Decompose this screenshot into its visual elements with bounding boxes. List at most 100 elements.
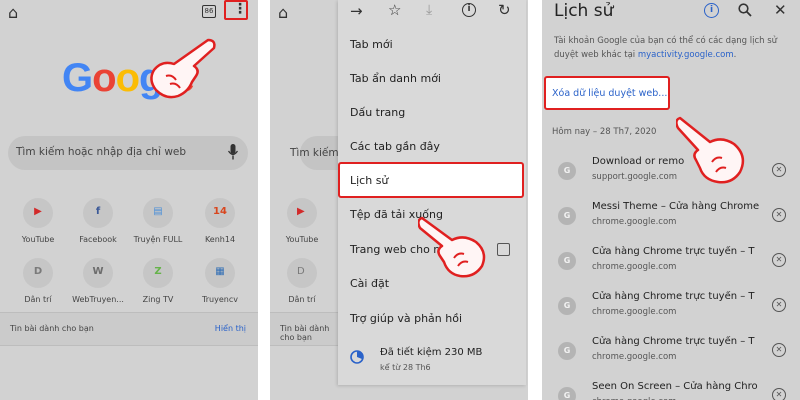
shortcut-label: YouTube [21, 235, 55, 244]
menu-item-recent-tabs[interactable]: Các tab gần đây [350, 140, 440, 153]
close-icon[interactable]: ✕ [774, 3, 787, 18]
data-saved-since: kể từ 28 Th6 [380, 363, 431, 372]
feed-header: Tin bài dành cho bạn [270, 312, 340, 346]
shortcut-icon: ▦ [215, 266, 225, 277]
dantri-icon: D [297, 266, 305, 277]
shortcut-label: Dân trí [24, 295, 52, 304]
feed-header: Tin bài dành cho bạn Hiển thị [0, 312, 258, 346]
page-title: Lịch sử [554, 1, 614, 21]
history-entry[interactable]: G Cửa hàng Chrome trực tuyến – T chrome.go… [542, 242, 800, 282]
shortcut-label: Truyencv [202, 295, 238, 304]
history-entry-title: Seen On Screen – Cửa hàng Chro [592, 381, 758, 392]
chrome-history-panel: Lịch sử i ✕ Tài khoản Google của bạn có … [542, 0, 800, 400]
remove-entry-icon[interactable]: ✕ [772, 343, 786, 357]
menu-item-help-feedback[interactable]: Trợ giúp và phản hồi [350, 312, 462, 325]
chrome-new-tab-panel: ⌂ 86 ⋮ Google Tìm kiếm hoặc nhập địa chỉ… [0, 0, 258, 400]
data-saver-icon [350, 350, 364, 364]
shortcut-label: Zing TV [142, 295, 174, 304]
menu-item-settings[interactable]: Cài đặt [350, 277, 389, 290]
remove-entry-icon[interactable]: ✕ [772, 163, 786, 177]
reload-icon[interactable]: ↻ [498, 3, 511, 18]
search-icon[interactable] [738, 3, 752, 17]
clear-browsing-data-button[interactable]: Xóa dữ liệu duyệt web... [544, 76, 670, 110]
download-icon[interactable]: ⤓ [426, 3, 432, 17]
shortcut-label: Truyện FULL [133, 235, 183, 244]
search-placeholder: Tìm kiếm [290, 147, 339, 159]
forward-icon[interactable]: → [350, 4, 363, 19]
shortcut-tile[interactable]: ▤ Truyện FULL [130, 198, 186, 244]
shortcut-label: WebTruyen... [72, 295, 124, 304]
pointing-hand-icon [418, 216, 486, 278]
google-favicon-icon: G [558, 297, 576, 315]
remove-entry-icon[interactable]: ✕ [772, 298, 786, 312]
history-entry-title: Cửa hàng Chrome trực tuyến – T [592, 246, 755, 257]
menu-item-bookmarks[interactable]: Dấu trang [350, 106, 405, 119]
history-entry[interactable]: G Cửa hàng Chrome trực tuyến – T chrome.go… [542, 332, 800, 372]
shortcut-tile[interactable]: 14 Kenh14 [192, 198, 248, 244]
history-entry-title: Cửa hàng Chrome trực tuyến – T [592, 291, 755, 302]
remove-entry-icon[interactable]: ✕ [772, 388, 786, 400]
history-entry-title: Messi Theme – Cửa hàng Chrome [592, 201, 760, 212]
shortcut-tile[interactable]: ▦ Truyencv [192, 258, 248, 304]
clear-browsing-data-label: Xóa dữ liệu duyệt web... [552, 88, 668, 99]
shortcut-tile[interactable]: Z Zing TV [130, 258, 186, 304]
pointing-hand-icon [676, 116, 745, 184]
history-entry-url: chrome.google.com [592, 307, 677, 317]
info-icon[interactable]: i [704, 3, 719, 18]
tab-switcher-icon[interactable]: 86 [202, 5, 216, 18]
history-entry[interactable]: GSeen On Screen – Cửa hàng Chrochrome.go… [542, 377, 800, 400]
history-entry-url: chrome.google.com [592, 262, 677, 272]
google-favicon-icon: G [558, 252, 576, 270]
shortcut-tile[interactable]: ▶ YouTube [274, 198, 330, 244]
shortcut-icon: D [33, 266, 43, 277]
google-favicon-icon: G [558, 162, 576, 180]
youtube-icon: ▶ [297, 206, 305, 217]
remove-entry-icon[interactable]: ✕ [772, 208, 786, 222]
history-description: Tài khoản Google của bạn có thể có các d… [554, 36, 778, 60]
history-entry-url: chrome.google.com [592, 217, 677, 227]
shortcut-tile[interactable]: f Facebook [70, 198, 126, 244]
home-icon[interactable]: ⌂ [8, 5, 18, 21]
shortcut-tile[interactable]: ▶ YouTube [10, 198, 66, 244]
shortcut-label: Facebook [79, 235, 117, 244]
shortcut-tile[interactable]: D Dân trí [274, 258, 330, 304]
shortcut-icon: ▤ [153, 206, 163, 217]
overflow-menu: → ☆ ⤓ i ↻ Tab mới Tab ẩn danh mới Dấu tran… [338, 0, 526, 385]
history-entry[interactable]: G Cửa hàng Chrome trực tuyến – T chrome.go… [542, 287, 800, 327]
feed-show-link[interactable]: Hiển thị [215, 324, 246, 333]
feed-title: Tin bài dành cho bạn [280, 324, 330, 342]
home-icon[interactable]: ⌂ [278, 5, 288, 21]
history-entry-url: chrome.google.com [592, 352, 677, 362]
shortcut-tile[interactable]: D Dân trí [10, 258, 66, 304]
bookmark-star-icon[interactable]: ☆ [388, 3, 401, 18]
history-entry-url: support.google.com [592, 172, 677, 182]
menu-item-new-tab[interactable]: Tab mới [350, 38, 393, 51]
search-input[interactable]: Tìm kiếm hoặc nhập địa chỉ web [8, 136, 248, 170]
google-favicon-icon: G [558, 342, 576, 360]
more-menu-icon[interactable]: ⋮ [233, 2, 247, 16]
myactivity-link[interactable]: myactivity.google.com [638, 50, 734, 60]
shortcut-tile[interactable]: W WebTruyen... [70, 258, 126, 304]
search-placeholder: Tìm kiếm hoặc nhập địa chỉ web [16, 146, 187, 158]
shortcut-label: Dân trí [288, 295, 316, 304]
shortcut-icon: 14 [213, 206, 227, 217]
tab-count: 86 [204, 7, 214, 15]
remove-entry-icon[interactable]: ✕ [772, 253, 786, 267]
info-icon[interactable]: i [462, 3, 476, 17]
date-header: Hôm nay – 28 Th7, 2020 [552, 127, 657, 137]
feed-title: Tin bài dành cho bạn [10, 324, 94, 333]
microphone-icon[interactable] [228, 144, 238, 160]
shortcut-icon: ▶ [34, 206, 42, 217]
data-saved-label[interactable]: Đã tiết kiệm 230 MB [380, 347, 482, 358]
menu-item-incognito-tab[interactable]: Tab ẩn danh mới [350, 72, 441, 85]
shortcut-icon: Z [154, 266, 162, 277]
shortcut-icon: f [95, 206, 101, 217]
chrome-menu-panel: ⌂ Tìm kiếm ▶ YouTube D Dân trí Tin bài d… [270, 0, 528, 400]
history-entry[interactable]: G Messi Theme – Cửa hàng Chrome chrome.goo… [542, 197, 800, 237]
shortcut-label: YouTube [285, 235, 319, 244]
shortcut-label: Kenh14 [204, 235, 236, 244]
menu-item-history[interactable]: Lịch sử [350, 174, 388, 187]
history-entry[interactable]: G Download or remo support.google.com ✕ [542, 152, 800, 192]
history-entry-title: Cửa hàng Chrome trực tuyến – T [592, 336, 755, 347]
shortcut-icon: W [92, 266, 104, 277]
